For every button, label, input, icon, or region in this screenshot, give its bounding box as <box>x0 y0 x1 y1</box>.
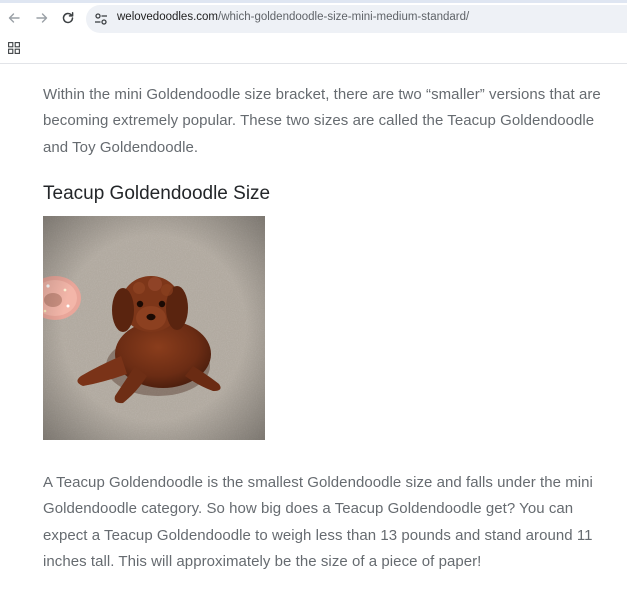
address-bar[interactable]: welovedoodles.com/which-goldendoodle-siz… <box>86 5 627 33</box>
body-paragraph: A Teacup Goldendoodle is the smallest Go… <box>43 474 593 571</box>
back-button[interactable] <box>5 9 23 27</box>
intro-paragraph: Within the mini Goldendoodle size bracke… <box>43 86 601 156</box>
reload-icon <box>62 12 74 24</box>
browser-toolbar: welovedoodles.com/which-goldendoodle-siz… <box>0 0 627 34</box>
tab-strip-edge <box>0 0 627 3</box>
forward-button[interactable] <box>33 9 51 27</box>
tune-icon[interactable] <box>94 12 108 26</box>
arrow-right-icon <box>36 13 48 23</box>
url-domain: welovedoodles.com <box>117 11 219 23</box>
url-text[interactable]: welovedoodles.com/which-goldendoodle-siz… <box>117 11 469 23</box>
arrow-left-icon <box>8 13 20 23</box>
apps-grid-icon[interactable] <box>8 42 20 54</box>
puppy-photo <box>43 216 265 440</box>
bookmarks-bar <box>0 34 627 64</box>
section-heading: Teacup Goldendoodle Size <box>43 183 271 204</box>
article-content: Within the mini Goldendoodle size bracke… <box>43 82 603 570</box>
url-path: /which-goldendoodle-size-mini-medium-sta… <box>218 11 470 23</box>
reload-button[interactable] <box>59 9 77 27</box>
